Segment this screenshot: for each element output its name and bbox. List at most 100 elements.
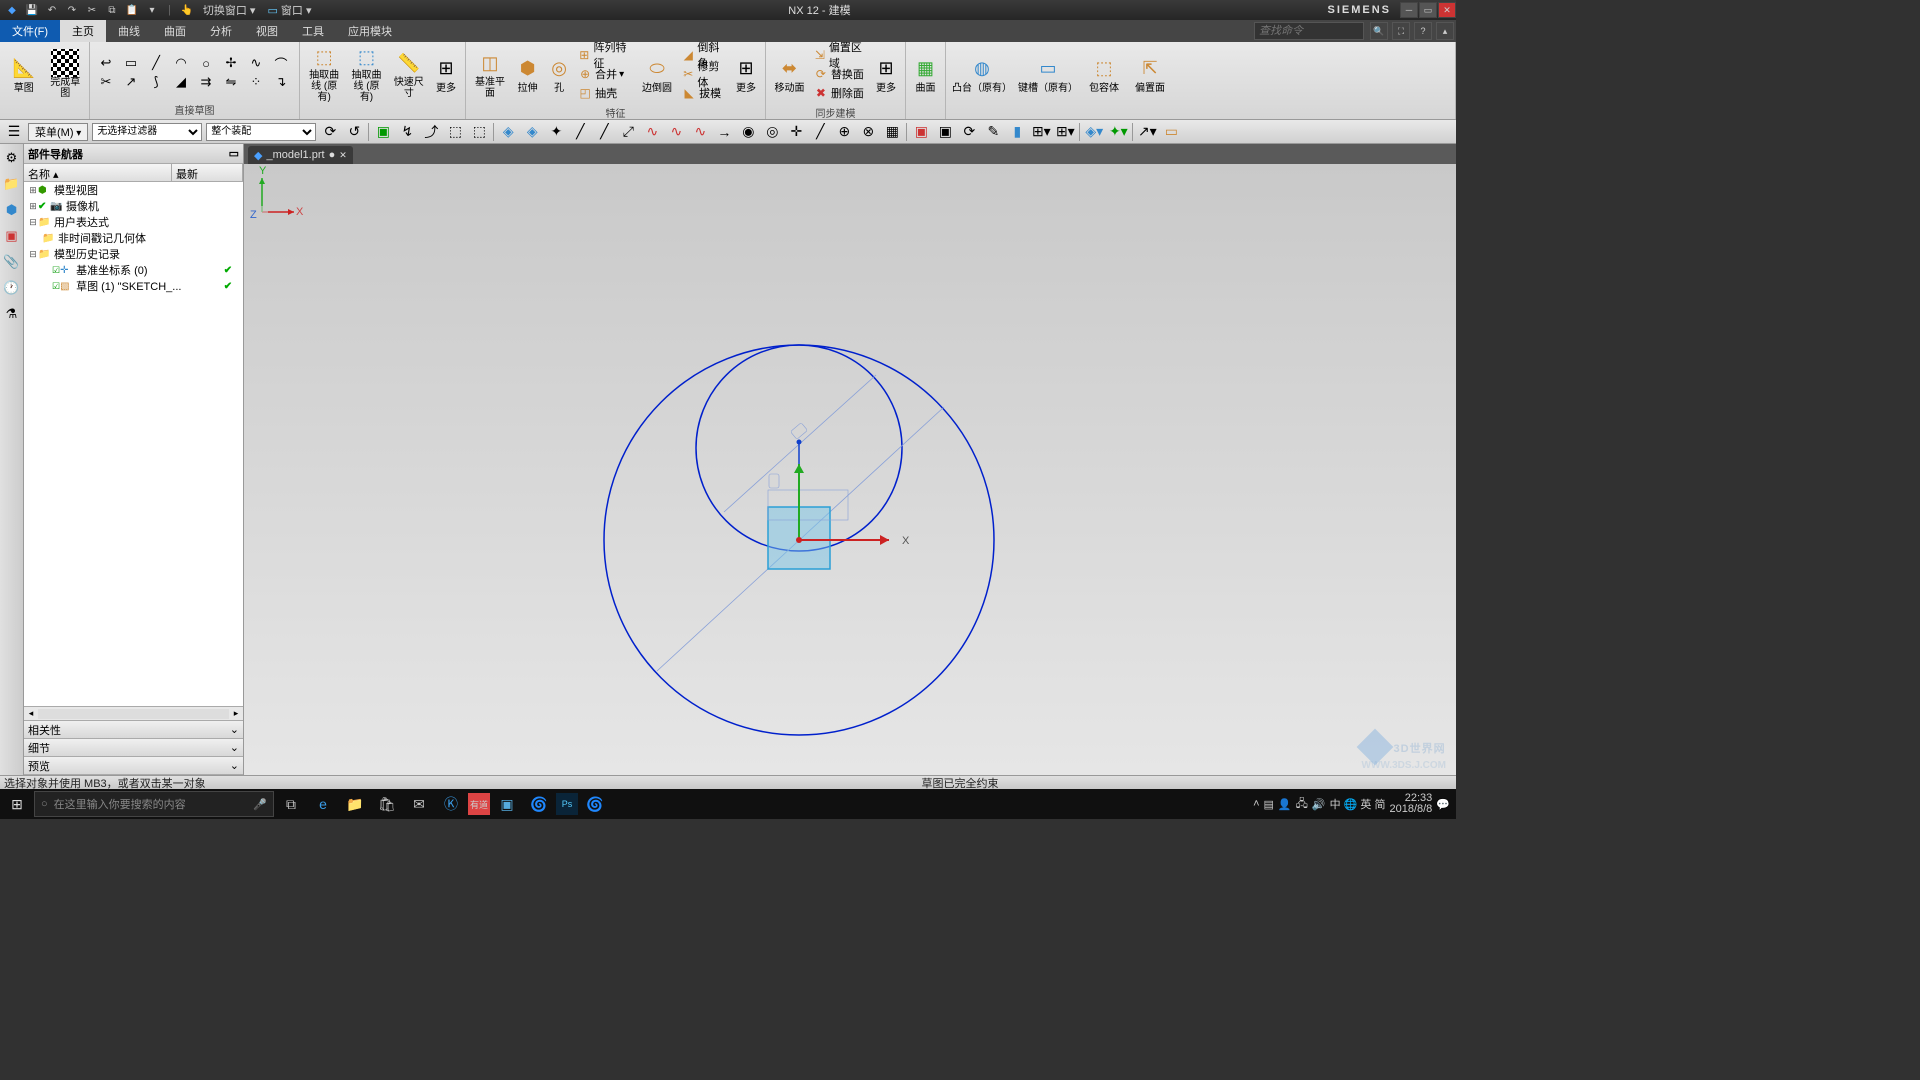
replace-face-button[interactable]: ⟳替换面 — [811, 65, 869, 83]
tray-people-icon[interactable]: 👤 — [1278, 798, 1292, 811]
fillet-icon[interactable]: ⟆ — [144, 73, 168, 91]
section-details[interactable]: 细节⌄ — [24, 739, 243, 757]
t-ico-13[interactable]: ⤢ — [618, 122, 638, 142]
tab-analysis[interactable]: 分析 — [198, 20, 244, 42]
tab-app[interactable]: 应用模块 — [336, 20, 404, 42]
t-ico-6[interactable]: ⬚ — [445, 122, 465, 142]
t-ico-20[interactable]: ✛ — [786, 122, 806, 142]
app-nx-icon[interactable]: 🌀 — [580, 790, 610, 818]
tray-clock[interactable]: 22:33 2018/8/8 — [1389, 793, 1432, 815]
draft-button[interactable]: ◣拔模 — [679, 84, 729, 102]
extract-curve-button[interactable]: ⬚抽取曲线 (原有) — [304, 44, 344, 104]
line-icon[interactable]: ↩ — [94, 54, 118, 72]
col-latest[interactable]: 最新 — [172, 164, 243, 181]
t-ico-2[interactable]: ↺ — [344, 122, 364, 142]
switch-window-menu[interactable]: 切换窗口 ▾ — [199, 2, 260, 18]
search-icon[interactable]: 🔍 — [1370, 22, 1388, 40]
mic-icon[interactable]: 🎤 — [253, 798, 267, 811]
col-name[interactable]: 名称 ▴ — [24, 164, 172, 181]
t-ico-11[interactable]: ╱ — [570, 122, 590, 142]
tree-user-expr[interactable]: ⊟📁用户表达式 — [24, 214, 243, 230]
taskview-icon[interactable]: ⧉ — [276, 790, 306, 818]
edge-blend-button[interactable]: ⬭边倒圆 — [637, 44, 677, 104]
mail-icon[interactable]: ✉ — [404, 790, 434, 818]
t-ico-7[interactable]: ⬚ — [469, 122, 489, 142]
tree-history[interactable]: ⊟📁模型历史记录 — [24, 246, 243, 262]
t-ico-33[interactable]: ✦▾ — [1108, 122, 1128, 142]
left-assembly-icon[interactable]: ⬢ — [2, 200, 22, 220]
rect-icon[interactable]: ▭ — [119, 54, 143, 72]
t-ico-1[interactable]: ⟳ — [320, 122, 340, 142]
file-tab-model1[interactable]: ◆_model1.prt ●✕ — [248, 146, 353, 164]
help-icon[interactable]: ? — [1414, 22, 1432, 40]
arc-icon[interactable]: ◠ — [169, 54, 193, 72]
close-button[interactable]: ✕ — [1438, 2, 1456, 18]
t-ico-25[interactable]: ▣ — [911, 122, 931, 142]
t-ico-19[interactable]: ◎ — [762, 122, 782, 142]
left-nav-icon[interactable]: 📁 — [2, 174, 22, 194]
more1-button[interactable]: ⊞更多 — [431, 44, 461, 104]
close-file-icon[interactable]: ✕ — [339, 150, 347, 161]
t-ico-12[interactable]: ╱ — [594, 122, 614, 142]
t-ico-23[interactable]: ⊗ — [858, 122, 878, 142]
offset-icon[interactable]: ⇉ — [194, 73, 218, 91]
t-ico-24[interactable]: ▦ — [882, 122, 902, 142]
pattern2-icon[interactable]: ⁘ — [244, 73, 268, 91]
qat-more-icon[interactable]: ▾ — [144, 2, 160, 18]
t-ico-9[interactable]: ◈ — [522, 122, 542, 142]
section-preview[interactable]: 预览⌄ — [24, 757, 243, 775]
t-ico-28[interactable]: ✎ — [983, 122, 1003, 142]
graphics-viewport[interactable]: X X Y Z — [244, 164, 1456, 775]
move-face-button[interactable]: ⬌移动面 — [770, 44, 809, 104]
extract-curve2-button[interactable]: ⬚抽取曲线 (原有) — [346, 44, 386, 104]
window-menu[interactable]: ▭ 窗口 ▾ — [263, 2, 315, 18]
store-icon[interactable]: 🛍 — [372, 790, 402, 818]
bounding-button[interactable]: ⬚包容体 — [1082, 44, 1126, 104]
app-swirl-icon[interactable]: 🌀 — [524, 790, 554, 818]
left-constraint-icon[interactable]: ▣ — [2, 226, 22, 246]
circle-icon[interactable]: ○ — [194, 54, 218, 72]
trim-icon[interactable]: ✂ — [94, 73, 118, 91]
surface-button[interactable]: ▦曲面 — [910, 44, 941, 104]
t-ico-8[interactable]: ◈ — [498, 122, 518, 142]
left-roles-icon[interactable]: ⚗ — [2, 304, 22, 324]
extend-icon[interactable]: ↗ — [119, 73, 143, 91]
tree-model-views[interactable]: ⊞⬢模型视图 — [24, 182, 243, 198]
t-ico-22[interactable]: ⊕ — [834, 122, 854, 142]
offset-region-button[interactable]: ⇲偏置区域 — [811, 46, 869, 64]
tray-vol-icon[interactable]: 🔊 — [1312, 798, 1326, 811]
finish-sketch-button[interactable]: 完成草图 — [46, 44, 86, 104]
maximize-button[interactable]: ▭ — [1419, 2, 1437, 18]
tray-app1-icon[interactable]: ▤ — [1264, 798, 1274, 811]
tree-sketch[interactable]: ☑▧草图 (1) "SKETCH_...✔ — [24, 278, 243, 294]
chamfer-icon[interactable]: ◢ — [169, 73, 193, 91]
t-ico-21[interactable]: ╱ — [810, 122, 830, 142]
left-reuse-icon[interactable]: 📎 — [2, 252, 22, 272]
more2-button[interactable]: ⊞更多 — [731, 44, 761, 104]
trim-body-button[interactable]: ✂修剪体 — [679, 65, 729, 83]
assembly-scope-select[interactable]: 整个装配 — [206, 123, 316, 141]
app-red-icon[interactable]: 有道 — [468, 793, 490, 815]
menu-button[interactable]: 菜单(M) ▾ — [28, 123, 88, 141]
left-settings-icon[interactable]: ⚙ — [2, 148, 22, 168]
command-search-input[interactable] — [1254, 22, 1364, 40]
t-ico-35[interactable]: ▭ — [1161, 122, 1181, 142]
cut-icon[interactable]: ✂ — [84, 2, 100, 18]
project-icon[interactable]: ↴ — [269, 73, 293, 91]
tab-view[interactable]: 视图 — [244, 20, 290, 42]
tab-tools[interactable]: 工具 — [290, 20, 336, 42]
curve2-icon[interactable]: ⌒ — [269, 54, 293, 72]
t-ico-15[interactable]: ∿ — [666, 122, 686, 142]
edge-icon[interactable]: e — [308, 790, 338, 818]
tab-home[interactable]: 主页 — [60, 20, 106, 42]
copy-icon[interactable]: ⧉ — [104, 2, 120, 18]
redo-icon[interactable]: ↷ — [64, 2, 80, 18]
t-ico-27[interactable]: ⟳ — [959, 122, 979, 142]
pattern-button[interactable]: ⊞阵列特征 — [575, 46, 635, 64]
keyway-button[interactable]: ▭键槽（原有） — [1016, 44, 1080, 104]
fullscreen-icon[interactable]: ⛶ — [1392, 22, 1410, 40]
app-ps-icon[interactable]: Ps — [556, 793, 578, 815]
left-history-icon[interactable]: 🕐 — [2, 278, 22, 298]
tree-non-ts[interactable]: 📁非时间戳记几何体 — [24, 230, 243, 246]
tray-up-icon[interactable]: ˄ — [1253, 798, 1259, 810]
